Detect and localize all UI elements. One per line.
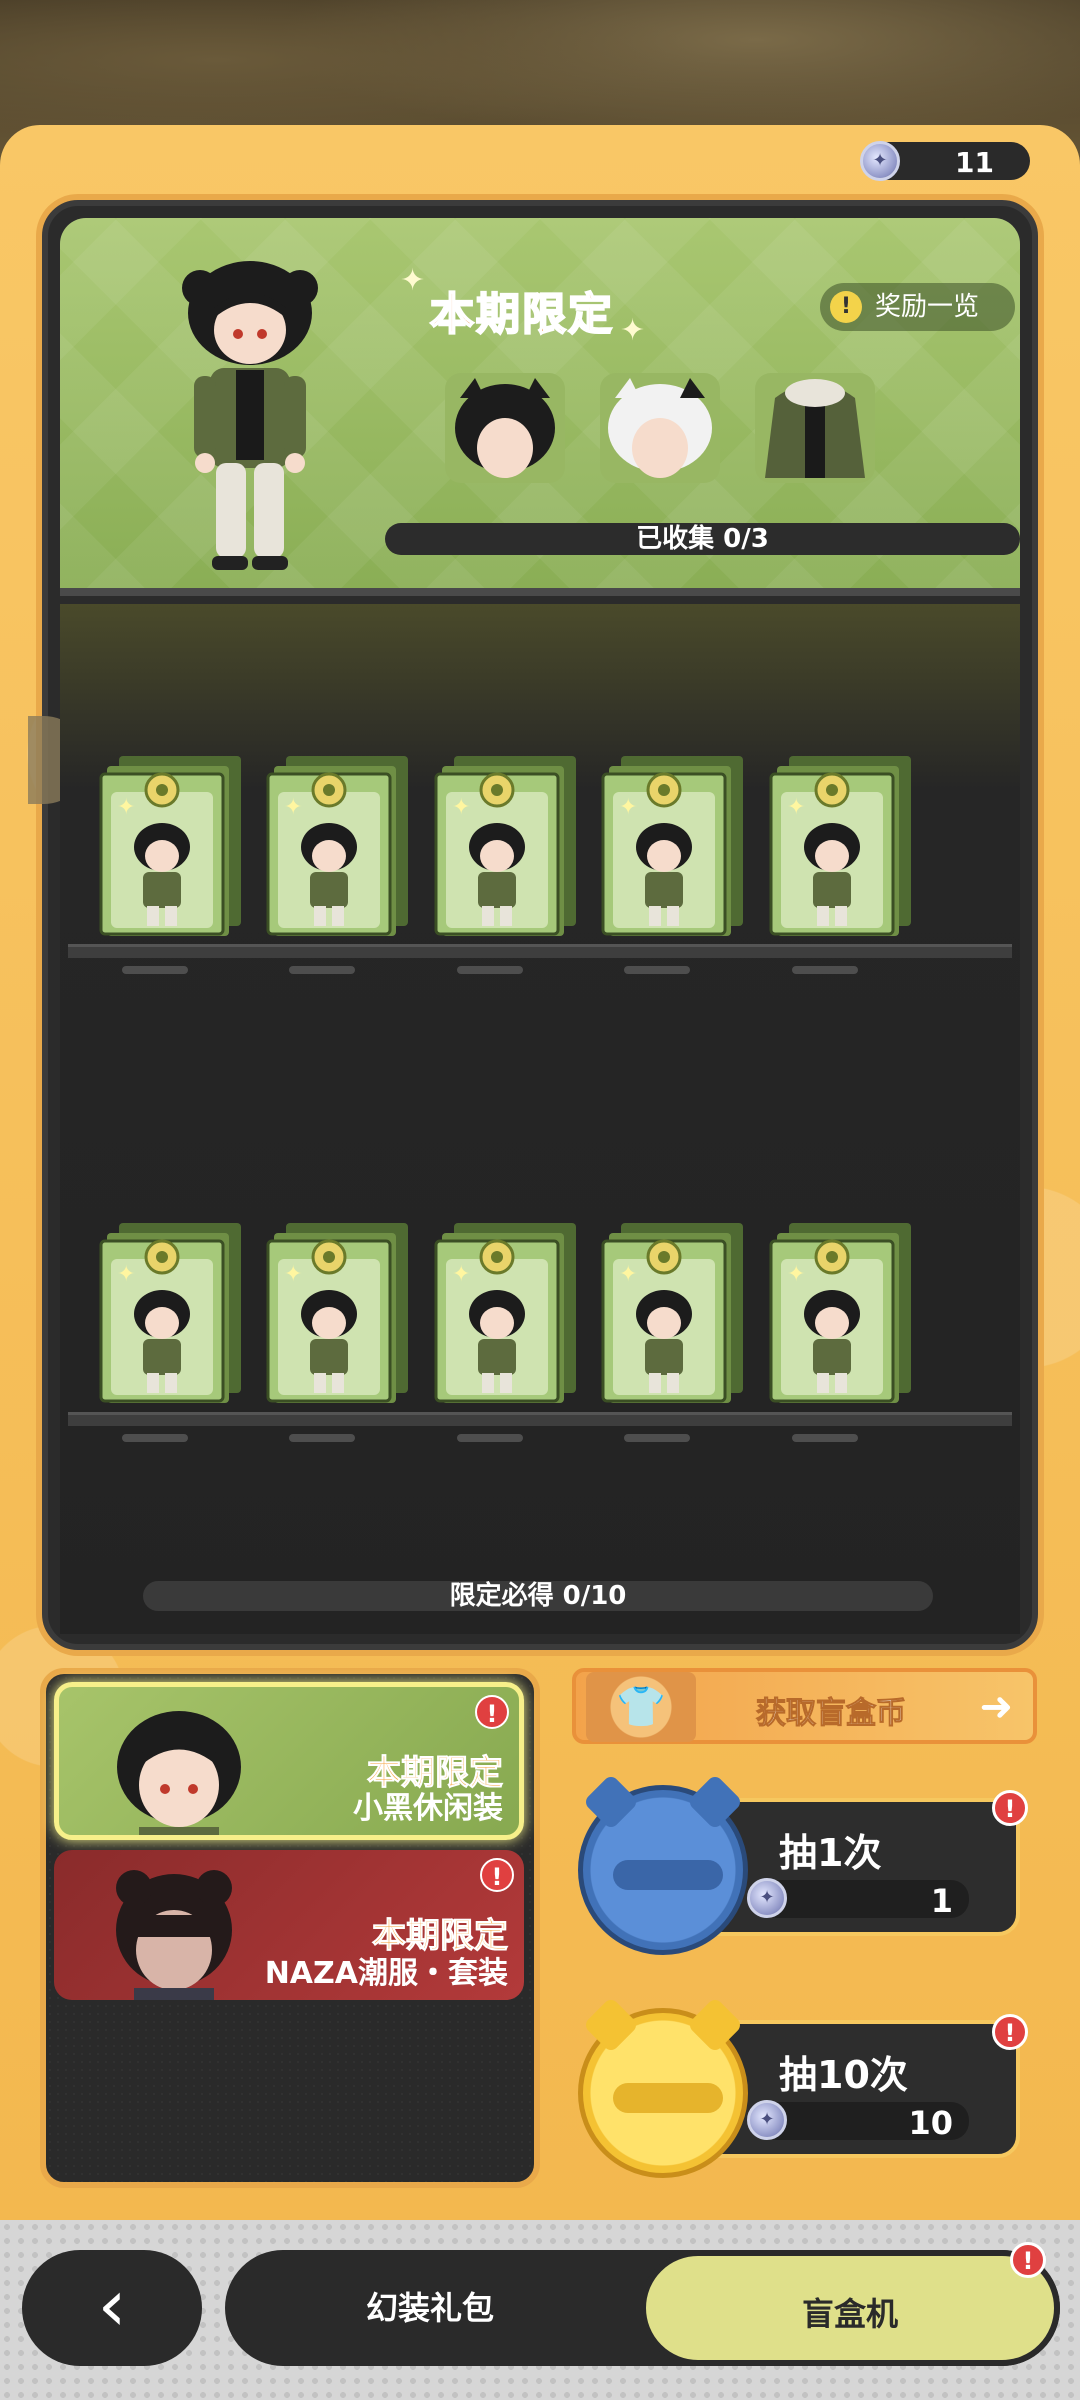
blind-box[interactable]: ✦ [264,1219,414,1404]
character-portrait [116,1870,232,2000]
capsule-slot [613,1860,723,1890]
currency-display: 11 [860,141,1030,181]
get-blindbox-coin-button[interactable]: 👕 获取盲盒币 ➜ [572,1668,1037,1744]
draw-ten-cost: 10 [908,2104,953,2142]
limited-banner: ✦ ✦ 本期限定 ! 奖励一览 已收集 0/3 [60,218,1020,596]
alert-icon: ! [992,1790,1028,1826]
svg-text:✦: ✦ [619,795,637,820]
back-button[interactable]: ‹ [22,2250,202,2366]
svg-text:✦: ✦ [619,1262,637,1287]
collection-progress: 已收集 0/3 [385,523,1020,555]
pool-card-naza[interactable]: 本期限定 NAZA潮服・套装 ! [54,1850,524,2000]
shelf-pull-tab [122,1434,188,1442]
sparkle-icon: ✦ [620,313,646,348]
blind-box[interactable]: ✦ [432,1219,582,1404]
shelf-pull-tab [792,1434,858,1442]
shelf-ledge [68,944,1012,958]
shelf-pull-tab [624,1434,690,1442]
svg-text:✦: ✦ [284,795,302,820]
alert-icon: ! [480,1858,514,1892]
reward-list-button[interactable]: ! 奖励一览 [820,283,1015,331]
blind-box[interactable]: ✦ [97,752,247,937]
bottom-nav: ‹ 幻装礼包 盲盒机 ! [0,2220,1080,2400]
guarantee-progress: 限定必得 0/10 [143,1581,933,1611]
shelf-pull-tab [122,966,188,974]
pool-name: 小黑休闲装 [353,1791,503,1826]
capsule-slot [613,2083,723,2113]
alert-icon: ! [1010,2242,1046,2278]
blind-box[interactable]: ✦ [97,1219,247,1404]
svg-text:✦: ✦ [284,1262,302,1287]
shelf-ledge [68,1412,1012,1426]
pool-card-casual[interactable]: 本期限定 小黑休闲装 ! [54,1682,524,1840]
tab-blindbox-machine[interactable]: 盲盒机 [640,2250,1060,2366]
reward-black-hair-item[interactable] [440,368,570,488]
blind-box[interactable]: ✦ [767,1219,917,1404]
draw-once-cost: 1 [930,1882,953,1920]
sparkle-icon: ✦ [400,263,426,298]
tab-gift-pack[interactable]: 幻装礼包 [225,2250,635,2366]
pool-list: 本期限定 小黑休闲装 ! 本期限定 NAZA潮服・套装 ! [40,1668,540,2188]
svg-text:✦: ✦ [117,795,135,820]
blind-box[interactable]: ✦ [264,752,414,937]
alert-icon: ! [475,1695,509,1729]
shelf-pull-tab [792,966,858,974]
gold-capsule-icon[interactable] [578,1996,748,2178]
banner-title: 本期限定 [429,288,614,341]
shelf-pull-tab [624,966,690,974]
blue-capsule-icon[interactable] [578,1773,748,1955]
blindbox-coin-icon [747,1878,787,1918]
reward-white-hair-item[interactable] [595,368,725,488]
blind-box[interactable]: ✦ [599,1219,749,1404]
blind-box[interactable]: ✦ [599,752,749,937]
gacha-machine: ✦ ✦ 本期限定 ! 奖励一览 已收集 0/3 ✦ ✦ ✦ ✦ ✦ ✦ ✦ ✦ … [28,200,1038,1650]
shelf-pull-tab [289,1434,355,1442]
shelf-pull-tab [457,966,523,974]
arrow-right-icon: ➜ [979,1684,1013,1730]
pool-name: NAZA潮服・套装 [264,1956,508,1991]
box-shelves: ✦ ✦ ✦ ✦ ✦ ✦ ✦ ✦ ✦ ✦ [60,604,1020,1634]
draw-cost: 10 [747,2100,969,2142]
shelf-pull-tab [457,1434,523,1442]
draw-once-label: 抽1次 [779,1831,882,1875]
get-coin-label: 获取盲盒币 [756,1696,907,1732]
svg-text:✦: ✦ [117,1262,135,1287]
svg-text:✦: ✦ [452,1262,470,1287]
svg-text:✦: ✦ [787,1262,805,1287]
character-figure [182,261,318,570]
character-portrait [117,1711,241,1835]
alert-icon: ! [992,2014,1028,2050]
blind-box[interactable]: ✦ [767,752,917,937]
svg-text:✦: ✦ [787,795,805,820]
reward-list-label: 奖励一览 [875,292,980,322]
shirt-icon: 👕 [586,1672,696,1742]
blindbox-coin-icon [860,141,900,181]
blindbox-coin-icon [747,2100,787,2140]
draw-cost: 1 [747,1878,969,1920]
currency-value: 11 [955,146,994,179]
draw-ten-label: 抽10次 [779,2053,908,2097]
info-icon: ! [830,291,862,323]
shelf-pull-tab [289,966,355,974]
tab-group: 幻装礼包 盲盒机 [225,2250,1060,2366]
svg-text:✦: ✦ [452,795,470,820]
reward-jacket-item[interactable] [750,368,880,488]
blind-box[interactable]: ✦ [432,752,582,937]
